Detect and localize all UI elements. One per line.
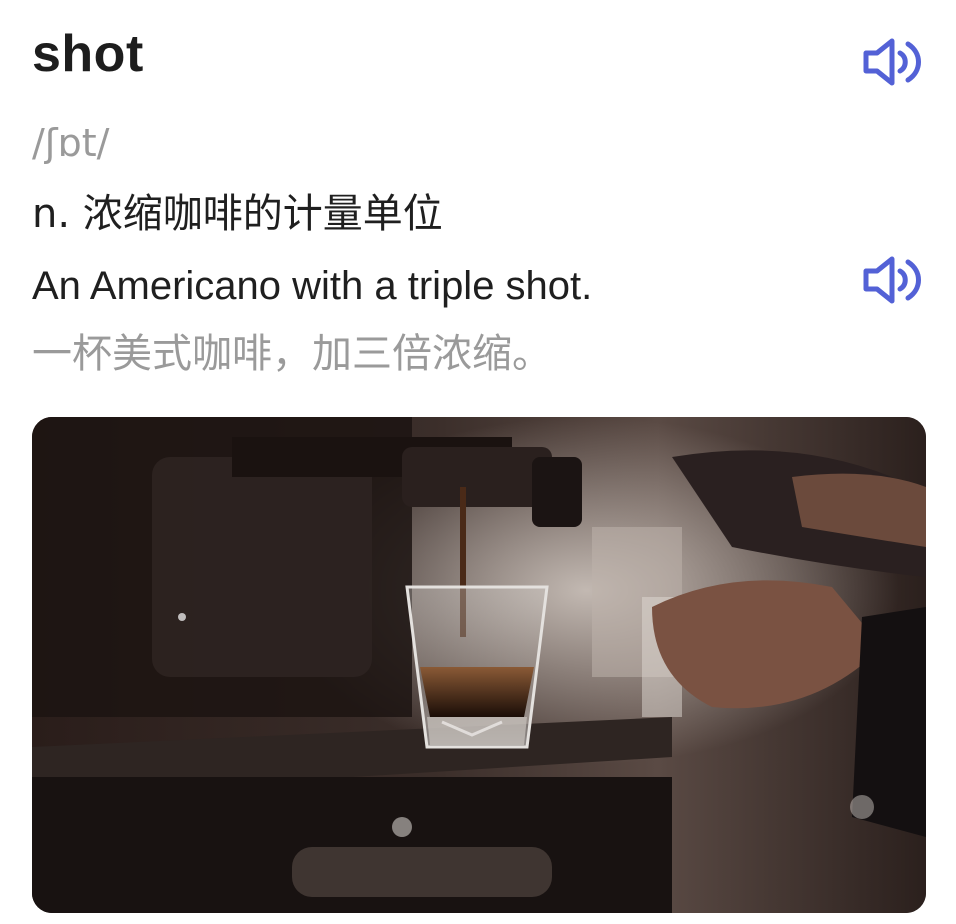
example-sentence: An Americano with a triple shot. (32, 264, 593, 308)
phonetic: /ʃɒt/ (32, 121, 110, 165)
word-pronounce-button[interactable] (862, 36, 926, 88)
speaker-icon (863, 256, 921, 304)
example-translation: 一杯美式咖啡，加三倍浓缩。 (32, 331, 552, 377)
headword: shot (32, 25, 144, 83)
definition: n. 浓缩咖啡的计量单位 (32, 191, 443, 237)
espresso-shot-photo (32, 417, 926, 913)
example-pronounce-button[interactable] (862, 254, 926, 306)
speaker-icon (863, 38, 921, 86)
